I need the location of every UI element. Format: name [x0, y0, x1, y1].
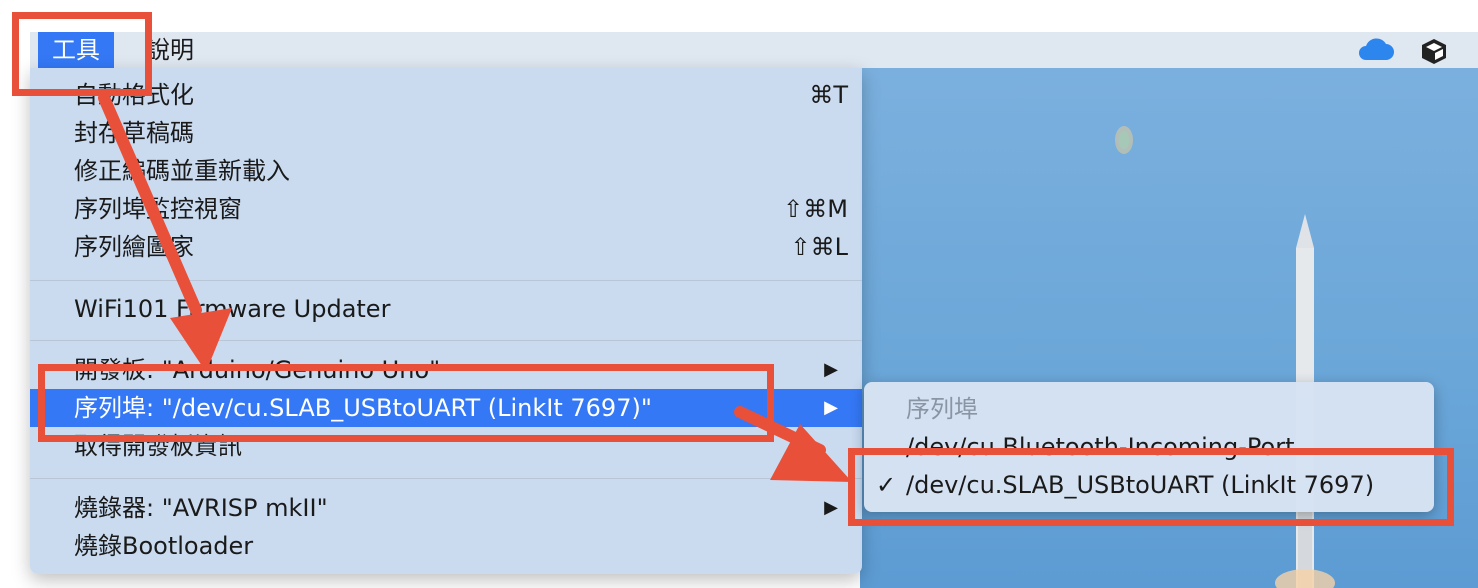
- menu-separator: [30, 280, 862, 281]
- menu-separator: [30, 340, 862, 341]
- annotation-box-tools: [12, 12, 152, 96]
- menu-item-wifi101-updater[interactable]: WiFi101 Firmware Updater: [30, 290, 862, 328]
- menu-item-label: 燒錄Bootloader: [74, 532, 254, 560]
- menu-separator: [30, 478, 862, 479]
- package-cube-icon[interactable]: [1418, 36, 1450, 70]
- menu-item-label: 封存草稿碼: [74, 119, 194, 147]
- menu-item-auto-format[interactable]: 自動格式化 ⌘T: [30, 76, 862, 114]
- tools-menu: 自動格式化 ⌘T 封存草稿碼 修正編碼並重新載入 序列埠監控視窗 ⇧⌘M 序列繪…: [30, 68, 862, 574]
- submenu-header: 序列埠: [864, 390, 1434, 428]
- annotation-box-port: [38, 364, 774, 442]
- menu-item-burn-bootloader[interactable]: 燒錄Bootloader: [30, 527, 862, 565]
- menu-item-label: 燒錄器: "AVRISP mkII": [74, 494, 328, 522]
- submenu-arrow-icon: ▶: [824, 497, 838, 518]
- menu-item-label: 修正編碼並重新載入: [74, 157, 290, 185]
- menu-item-archive-sketch[interactable]: 封存草稿碼: [30, 114, 862, 152]
- submenu-arrow-icon: ▶: [824, 397, 838, 418]
- shortcut-label: ⌘T: [809, 81, 848, 109]
- menu-item-fix-encoding[interactable]: 修正編碼並重新載入: [30, 152, 862, 190]
- submenu-header-label: 序列埠: [906, 395, 978, 423]
- annotation-box-selected-port: [848, 448, 1454, 526]
- menu-item-programmer[interactable]: 燒錄器: "AVRISP mkII" ▶: [30, 489, 862, 527]
- menu-item-label: 序列埠監控視窗: [74, 195, 242, 223]
- cloud-icon[interactable]: [1356, 36, 1396, 68]
- menu-item-label: WiFi101 Firmware Updater: [74, 295, 391, 323]
- shortcut-label: ⇧⌘M: [783, 195, 848, 223]
- menu-item-label: 序列繪圖家: [74, 233, 194, 261]
- submenu-arrow-icon: ▶: [824, 359, 838, 380]
- shortcut-label: ⇧⌘L: [790, 233, 848, 261]
- menu-bar: 工具 說明: [30, 32, 1478, 68]
- menu-item-serial-plotter[interactable]: 序列繪圖家 ⇧⌘L: [30, 228, 862, 266]
- menu-item-serial-monitor[interactable]: 序列埠監控視窗 ⇧⌘M: [30, 190, 862, 228]
